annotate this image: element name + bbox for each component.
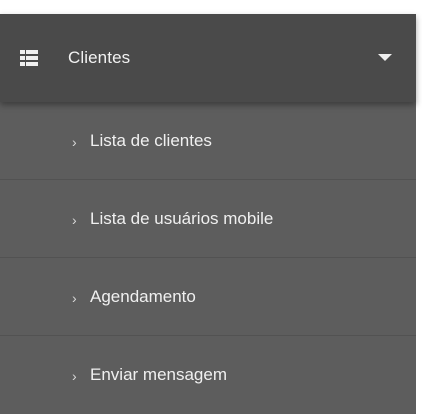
submenu-item-lista-de-usuarios-mobile[interactable]: › Lista de usuários mobile: [0, 180, 416, 258]
menu-header-clientes[interactable]: Clientes: [0, 14, 416, 102]
sidebar-menu: Clientes › Lista de clientes › Lista de …: [0, 14, 416, 414]
caret-down-icon[interactable]: [378, 54, 392, 61]
menu-header-title: Clientes: [68, 48, 131, 67]
submenu-item-lista-de-clientes[interactable]: › Lista de clientes: [0, 102, 416, 180]
submenu-item-agendamento[interactable]: › Agendamento: [0, 258, 416, 336]
chevron-right-icon: ›: [72, 368, 77, 384]
list-icon: [20, 50, 38, 66]
submenu: › Lista de clientes › Lista de usuários …: [0, 102, 416, 414]
chevron-right-icon: ›: [72, 134, 77, 150]
submenu-item-label: Agendamento: [90, 287, 196, 306]
submenu-item-label: Lista de clientes: [90, 131, 212, 150]
submenu-item-label: Lista de usuários mobile: [90, 209, 274, 228]
submenu-item-label: Enviar mensagem: [90, 365, 228, 384]
chevron-right-icon: ›: [72, 212, 77, 228]
chevron-right-icon: ›: [72, 290, 77, 306]
submenu-item-enviar-mensagem[interactable]: › Enviar mensagem: [0, 336, 416, 414]
